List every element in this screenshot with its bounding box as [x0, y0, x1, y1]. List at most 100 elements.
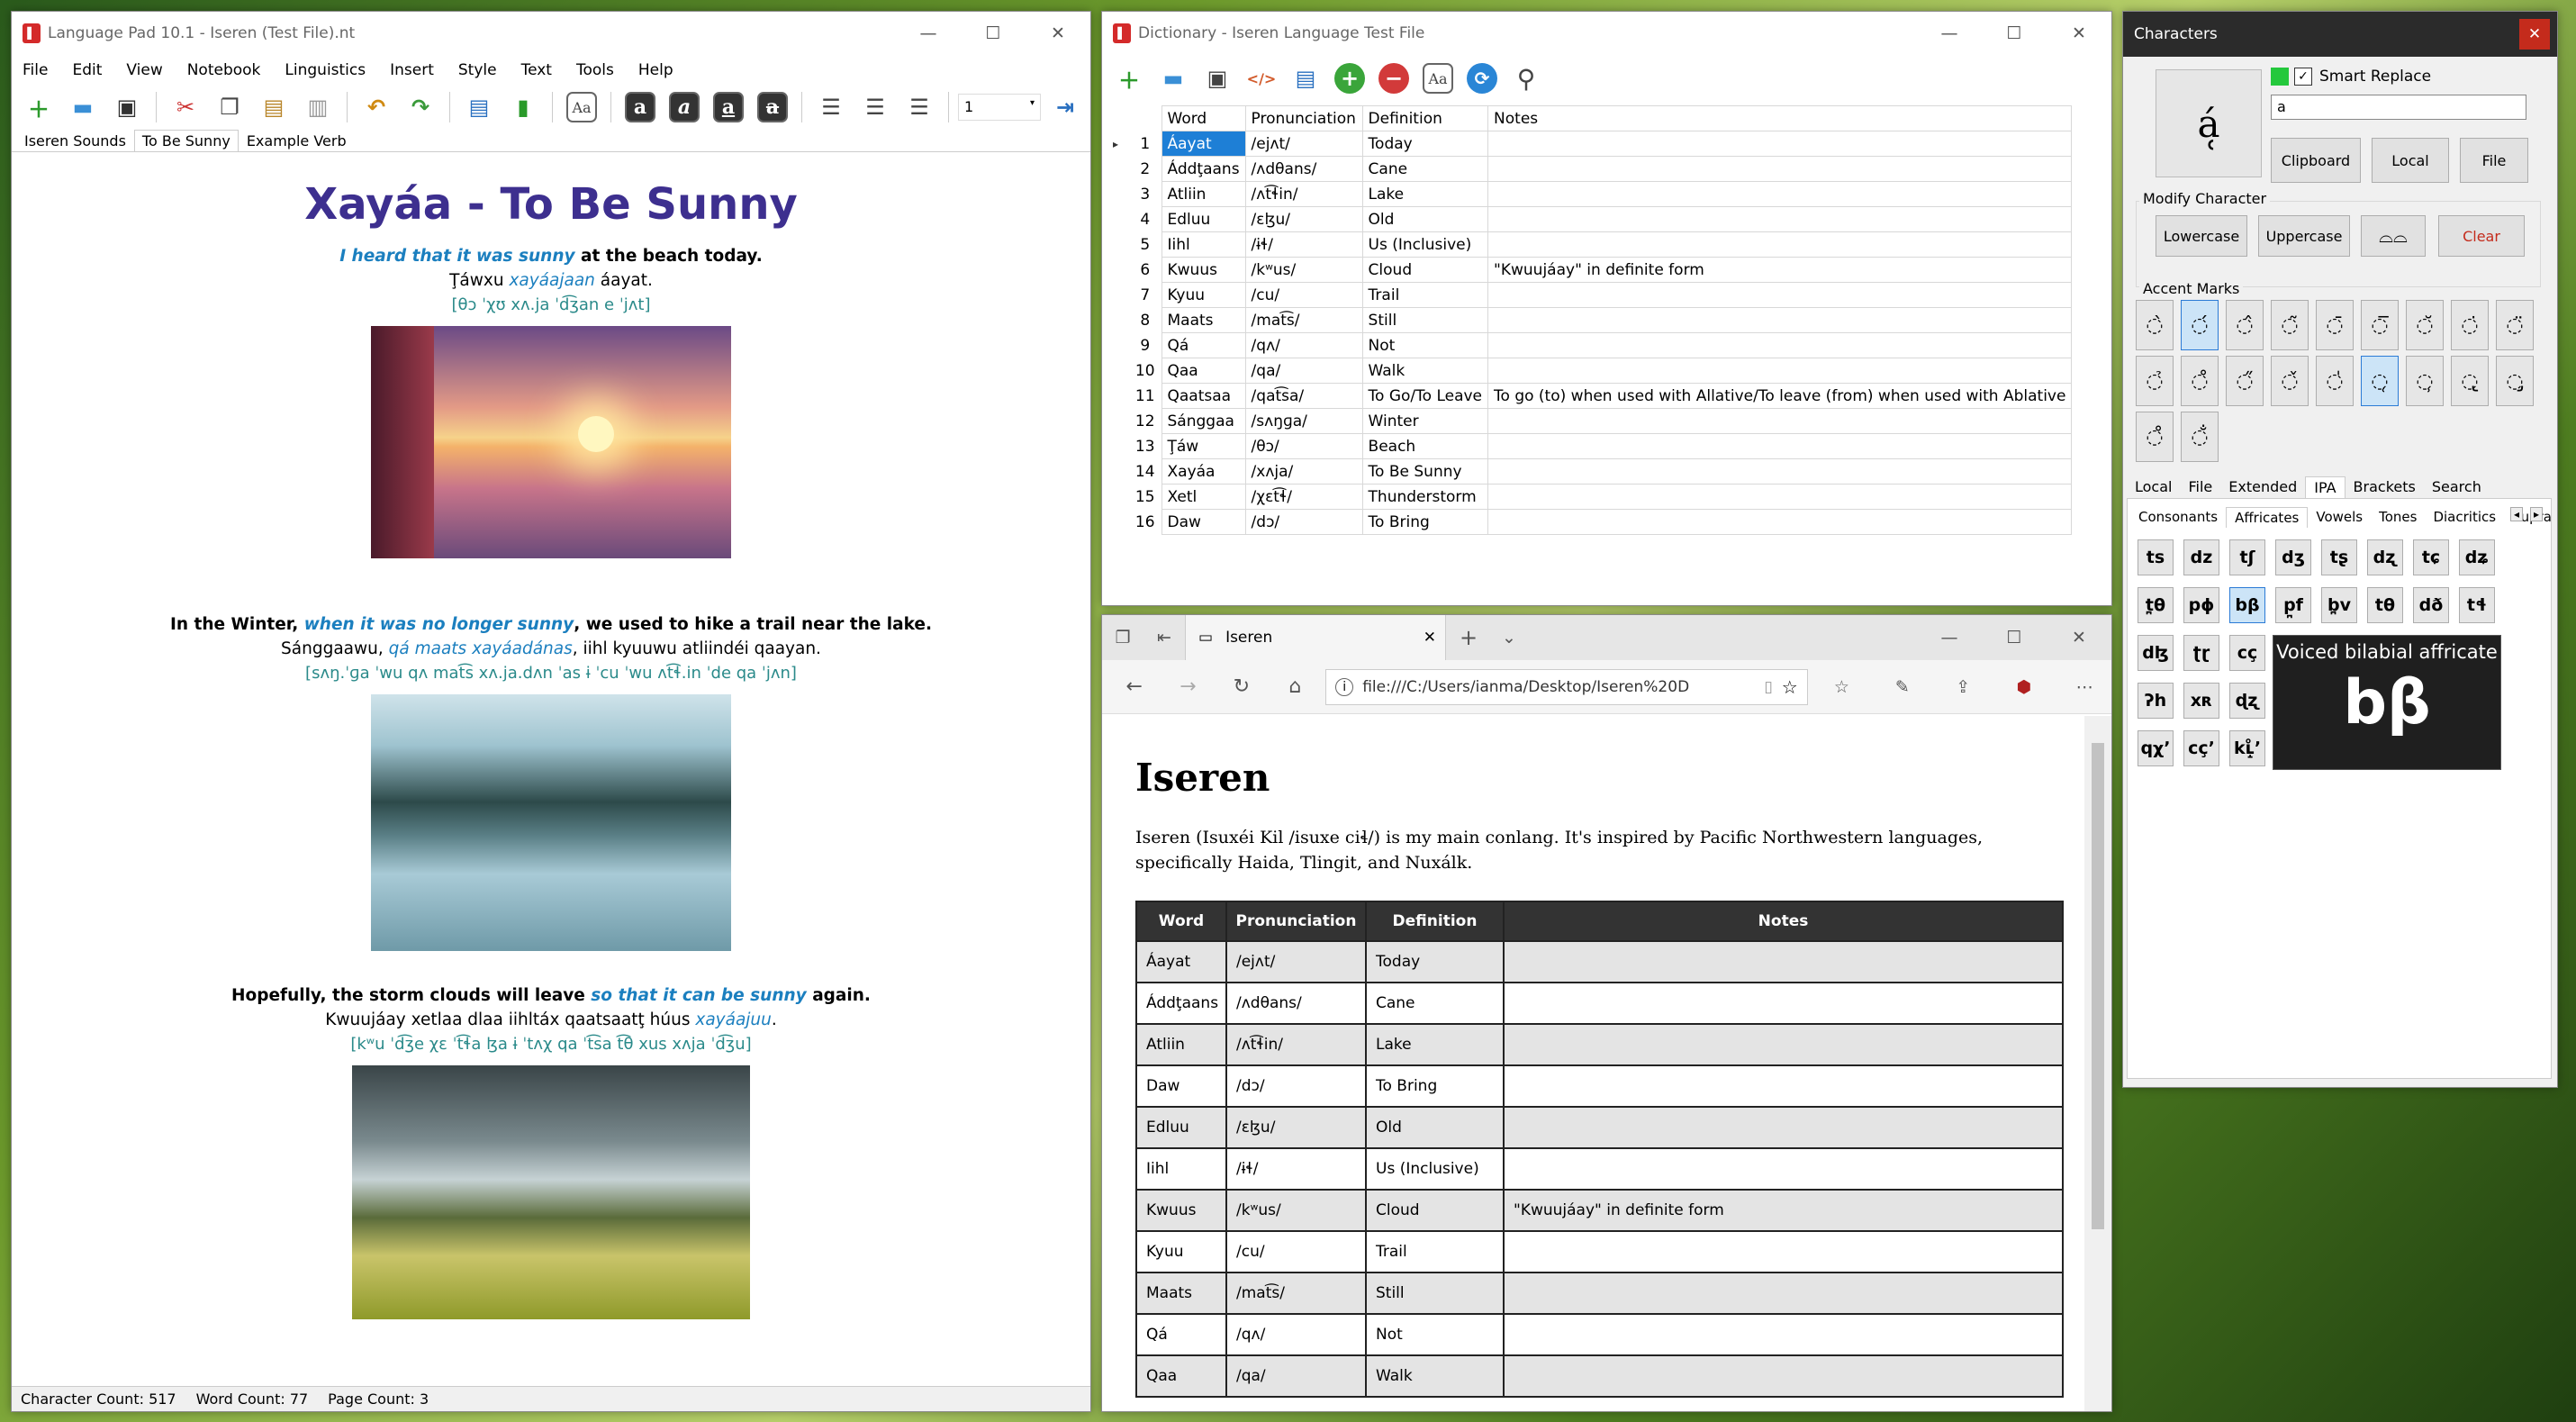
ipa-char-button[interactable]: dʑ	[2459, 539, 2495, 575]
dictionary-row[interactable]: 15 Xetl/χɛt͡ɬ/Thunderstorm	[1107, 484, 2073, 510]
cell-word[interactable]: Ţáw	[1161, 433, 1246, 459]
ipa-char-button[interactable]: dð	[2413, 587, 2449, 623]
dictionary-row[interactable]: 4 Edluu/ɛɮu/Old	[1107, 206, 2073, 232]
add-entry-icon[interactable]: +	[1330, 59, 1369, 97]
tab-diacritics[interactable]: Diacritics	[2425, 507, 2504, 528]
align-center-icon[interactable]: ☰	[855, 88, 895, 126]
ublock-icon[interactable]: ⬢	[1997, 666, 2050, 709]
font-size-select[interactable]: 1 ▾	[958, 94, 1041, 121]
document-body[interactable]: Xayáa - To Be Sunny I heard that it was …	[12, 174, 1090, 1394]
cell-definition[interactable]: Not	[1361, 332, 1489, 358]
address-bar[interactable]: i file:///C:/Users/ianma/Desktop/Iseren%…	[1325, 668, 1808, 705]
ipa-char-button[interactable]: b̪v	[2321, 587, 2357, 623]
ipa-char-button[interactable]: tɬ	[2459, 587, 2495, 623]
dictionary-row[interactable]: 9 Qá/qʌ/Not	[1107, 332, 2073, 358]
accent-mark-button[interactable]: ◌̅	[2361, 300, 2399, 350]
cell-word[interactable]: Áayat	[1161, 131, 1246, 157]
ipa-char-button[interactable]: qχʼ	[2138, 730, 2174, 766]
maximize-button[interactable]: ☐	[1982, 12, 2047, 55]
search-icon[interactable]: ⚲	[1506, 59, 1546, 97]
cell-pronunciation[interactable]: /xʌja/	[1244, 458, 1363, 485]
cell-word[interactable]: Kwuus	[1161, 257, 1246, 283]
tab-search[interactable]: Search	[2424, 476, 2490, 498]
ipa-char-button[interactable]: ʔh	[2138, 683, 2174, 719]
cell-definition[interactable]: Still	[1361, 307, 1489, 333]
minimize-button[interactable]: —	[1917, 616, 1982, 659]
accent-mark-button[interactable]: ◌̡	[2496, 356, 2534, 406]
cell-notes[interactable]	[1487, 156, 2073, 182]
reading-view-icon[interactable]: ▯	[1764, 678, 1772, 696]
uppercase-button[interactable]: Uppercase	[2258, 215, 2350, 257]
remove-entry-icon[interactable]: −	[1374, 59, 1414, 97]
font-icon[interactable]: Aa	[562, 88, 601, 126]
clear-button[interactable]: Clear	[2438, 215, 2525, 257]
cell-word[interactable]: Qaatsaa	[1161, 383, 1246, 409]
menu-linguistics[interactable]: Linguistics	[285, 61, 366, 79]
close-button[interactable]: ✕	[1026, 12, 1090, 55]
tab-tones[interactable]: Tones	[2371, 507, 2425, 528]
tab-brackets[interactable]: Brackets	[2346, 476, 2424, 498]
ipa-char-button[interactable]: ʈɽ	[2183, 635, 2219, 671]
cell-definition[interactable]: Us (Inclusive)	[1361, 231, 1489, 258]
menu-text[interactable]: Text	[521, 61, 552, 79]
cell-pronunciation[interactable]: /sʌŋɡa/	[1244, 408, 1363, 434]
cell-pronunciation[interactable]: /qʌ/	[1244, 332, 1363, 358]
menu-help[interactable]: Help	[638, 61, 673, 79]
cell-definition[interactable]: Winter	[1361, 408, 1489, 434]
smart-replace-checkbox[interactable]: ✓	[2294, 68, 2312, 86]
characters-titlebar[interactable]: Characters ✕	[2123, 12, 2557, 57]
accent-mark-button[interactable]: ◌̌	[2271, 356, 2309, 406]
tab-ipa[interactable]: IPA	[2305, 476, 2346, 498]
cell-pronunciation[interactable]: /ʌt͡ɬin/	[1244, 181, 1363, 207]
lowercase-button[interactable]: Lowercase	[2156, 215, 2247, 257]
menu-notebook[interactable]: Notebook	[187, 61, 261, 79]
html-export-icon[interactable]: </>	[1242, 59, 1281, 97]
maximize-button[interactable]: ☐	[1982, 616, 2047, 659]
spellcheck-icon[interactable]: ▤	[1286, 59, 1325, 97]
cell-pronunciation[interactable]: /ejʌt/	[1244, 131, 1363, 157]
cell-word[interactable]: Sánggaa	[1161, 408, 1246, 434]
cell-notes[interactable]	[1487, 282, 2073, 308]
cell-word[interactable]: Daw	[1161, 509, 1246, 535]
paste-icon[interactable]: ▤	[254, 88, 294, 126]
tab-scroll-left-icon[interactable]: ◂	[2510, 507, 2524, 521]
ipa-char-button[interactable]: ɖʐ	[2229, 683, 2265, 719]
tab-to-be-sunny[interactable]: To Be Sunny	[133, 130, 239, 151]
set-aside-tabs-icon[interactable]: ⇤	[1143, 616, 1185, 659]
accent-mark-button[interactable]: ◌̂	[2226, 300, 2264, 350]
close-button[interactable]: ✕	[2047, 12, 2111, 55]
dictionary-row[interactable]: 8 Maats/mat͡s/Still	[1107, 307, 2073, 333]
ipa-char-button[interactable]: cçʼ	[2183, 730, 2219, 766]
copy-icon[interactable]: ❐	[210, 88, 249, 126]
cell-word[interactable]: Xayáa	[1161, 458, 1246, 485]
accent-mark-button[interactable]: ◌̆	[2406, 300, 2444, 350]
cut-icon[interactable]: ✂	[166, 88, 205, 126]
cell-pronunciation[interactable]: /mat͡s/	[1244, 307, 1363, 333]
cell-notes[interactable]	[1487, 181, 2073, 207]
ipa-char-button[interactable]: dʐ	[2367, 539, 2403, 575]
indent-icon[interactable]: ⇥	[1045, 88, 1085, 126]
replace-input[interactable]: a	[2271, 95, 2526, 120]
ipa-char-button[interactable]: ts	[2138, 539, 2174, 575]
menu-style[interactable]: Style	[458, 61, 497, 79]
cell-pronunciation[interactable]: /qat͡sa/	[1244, 383, 1363, 409]
minimize-button[interactable]: —	[1917, 12, 1982, 55]
cell-word[interactable]: Maats	[1161, 307, 1246, 333]
cell-pronunciation[interactable]: /ɛɮu/	[1244, 206, 1363, 232]
cell-pronunciation[interactable]: /dɔ/	[1244, 509, 1363, 535]
close-button[interactable]: ✕	[2519, 19, 2550, 50]
cell-pronunciation[interactable]: /θɔ/	[1244, 433, 1363, 459]
menu-view[interactable]: View	[126, 61, 162, 79]
menu-tools[interactable]: Tools	[576, 61, 614, 79]
save-icon[interactable]: ▣	[107, 88, 147, 126]
accent-mark-button[interactable]: ◌̇	[2451, 300, 2489, 350]
cell-notes[interactable]	[1487, 231, 2073, 258]
undo-icon[interactable]: ↶	[357, 88, 396, 126]
cell-pronunciation[interactable]: /χɛt͡ɬ/	[1244, 484, 1363, 510]
dictionary-row[interactable]: 3 Atliin/ʌt͡ɬin/Lake	[1107, 181, 2073, 207]
accent-mark-button[interactable]: ◌̐	[2181, 412, 2219, 462]
accent-mark-button[interactable]: ◌̃	[2271, 300, 2309, 350]
tab-scroll-right-icon[interactable]: ▸	[2530, 507, 2544, 521]
favorite-star-icon[interactable]: ☆	[1782, 676, 1798, 698]
ipa-char-button[interactable]: pɸ	[2183, 587, 2219, 623]
